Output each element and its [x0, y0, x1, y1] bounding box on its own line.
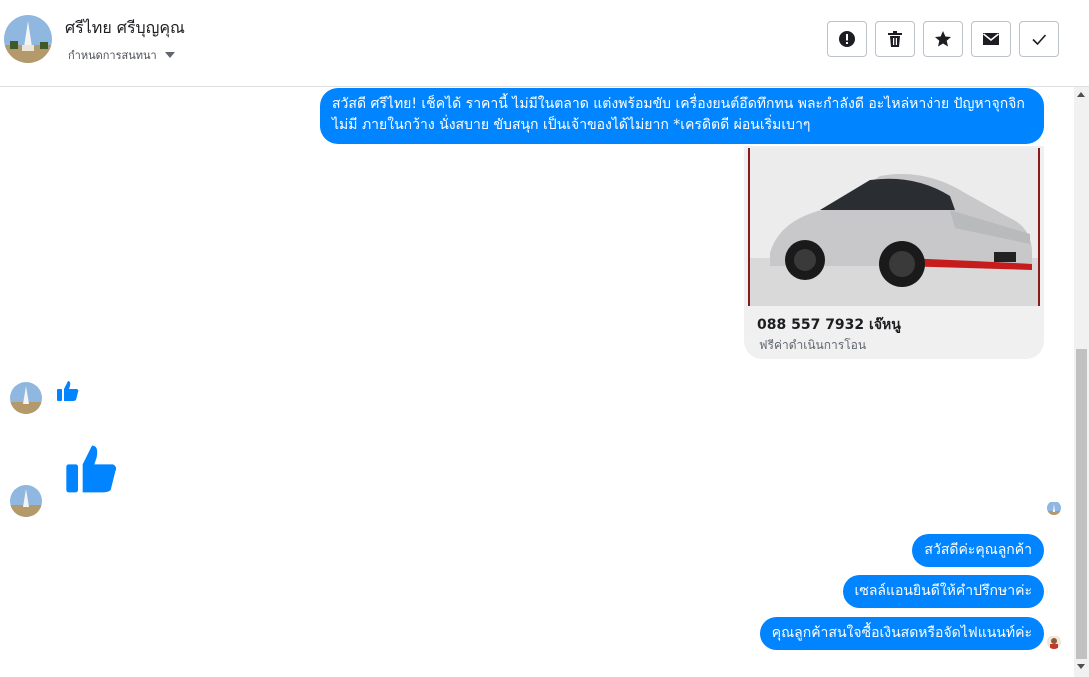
card-subtitle: ฟรีค่าดำเนินการโอน	[759, 338, 867, 352]
envelope-icon	[983, 33, 999, 45]
thumbs-up-sticker-small[interactable]	[56, 379, 80, 403]
outgoing-message-intro[interactable]: สวัสดี ศรีไทย! เช็คได้ ราคานี้ ไม่มีในตล…	[320, 88, 1044, 144]
thumbs-up-sticker-large[interactable]	[64, 440, 120, 498]
star-icon	[935, 31, 951, 47]
card-title[interactable]: 088 557 7932 เจ๊หนู	[757, 314, 901, 336]
label-dropdown-text: กำหนดการสนทนา	[68, 49, 157, 62]
caret-down-icon	[164, 52, 175, 58]
car-photo[interactable]	[748, 148, 1040, 306]
sender-avatar	[1047, 635, 1061, 649]
mark-unread-button[interactable]	[971, 21, 1011, 57]
mark-done-button[interactable]	[1019, 21, 1059, 57]
checkmark-icon	[1032, 34, 1047, 46]
customer-avatar[interactable]	[10, 382, 42, 414]
star-button[interactable]	[923, 21, 963, 57]
conversation-header: ศรีไทย ศรีบุญคุณ กำหนดการสนทนา	[0, 0, 1089, 87]
outgoing-message[interactable]: คุณลูกค้าสนใจซื้อเงินสดหรือจัดไฟแนนท์ค่ะ	[759, 617, 1044, 650]
thread-scrollbar[interactable]	[1074, 87, 1089, 677]
trash-icon	[888, 31, 902, 47]
report-spam-button[interactable]	[827, 21, 867, 57]
message-thread[interactable]: สวัสดี ศรีไทย! เช็คได้ ราคานี้ ไม่มีในตล…	[0, 87, 1074, 677]
outgoing-message[interactable]: เซลล์แอนยินดีให้คำปรึกษาค่ะ	[842, 575, 1044, 608]
customer-avatar[interactable]	[10, 485, 42, 517]
conversation-label-dropdown[interactable]: กำหนดการสนทนา	[68, 46, 175, 64]
contact-avatar[interactable]	[4, 15, 52, 63]
contact-name[interactable]: ศรีไทย ศรีบุญคุณ	[65, 16, 185, 41]
conversation-actions	[827, 21, 1059, 57]
outgoing-message[interactable]: สวัสดีค่ะคุณลูกค้า	[912, 534, 1044, 567]
exclamation-icon	[839, 31, 855, 47]
scrollbar-thumb[interactable]	[1076, 349, 1087, 659]
delete-button[interactable]	[875, 21, 915, 57]
scroll-down-arrow-icon[interactable]	[1077, 664, 1085, 669]
seen-avatar	[1047, 501, 1061, 515]
scroll-up-arrow-icon[interactable]	[1077, 92, 1085, 97]
attachment-card[interactable]: 088 557 7932 เจ๊หนู ฟรีค่าดำเนินการโอน	[744, 146, 1044, 359]
